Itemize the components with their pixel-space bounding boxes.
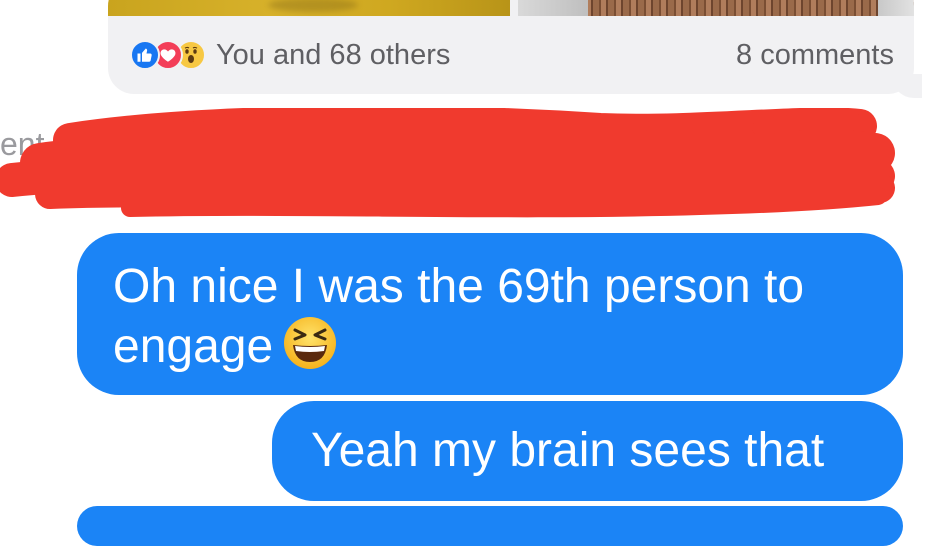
shared-post-card[interactable]: You and 68 others 8 comments (108, 0, 914, 94)
post-bubble-tail (892, 74, 922, 98)
reaction-summary-text[interactable]: You and 68 others (216, 38, 450, 72)
grinning-squinting-face-icon (283, 316, 337, 384)
post-image-strip[interactable] (108, 0, 914, 16)
reaction-summary-row[interactable]: You and 68 others (130, 38, 450, 72)
message-text: Yeah my brain sees that (311, 424, 825, 477)
comment-count-link[interactable]: 8 comments (736, 38, 894, 72)
like-icon (130, 40, 160, 70)
message-bubble[interactable]: Oh nice I was the 69th person to engage (77, 233, 903, 395)
red-redaction-scribble (0, 108, 895, 218)
message-text-line: Oh nice I was the 69th person to (113, 260, 805, 313)
message-text: engage (113, 320, 274, 373)
post-photo-right[interactable] (518, 0, 914, 16)
post-photo-left[interactable] (108, 0, 510, 16)
message-bubble-partial[interactable] (77, 506, 903, 546)
message-text-line: engage (113, 316, 867, 384)
reaction-icons (130, 40, 206, 70)
message-bubble[interactable]: Yeah my brain sees that (272, 401, 903, 501)
